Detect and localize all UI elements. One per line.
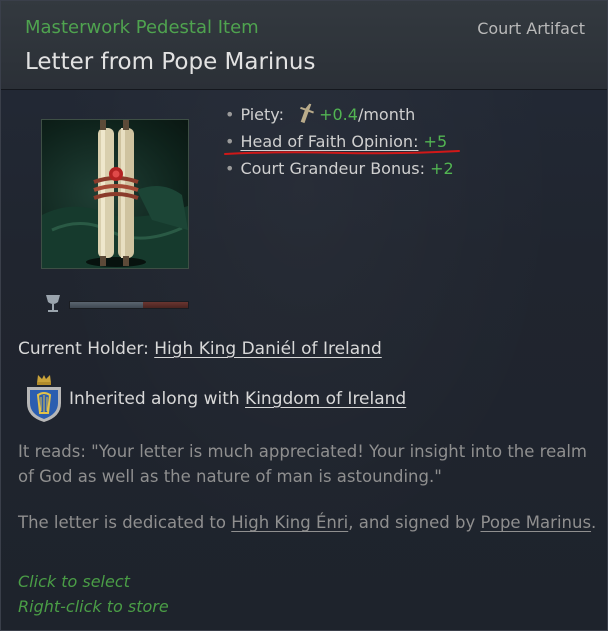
dedicatee-link[interactable]: High King Énri	[231, 513, 348, 532]
hint-right-click-to-store: Right-click to store	[18, 597, 169, 616]
tooltip-header: Masterwork Pedestal Item Court Artifact …	[1, 1, 607, 90]
artifact-dedication: The letter is dedicated to High King Énr…	[18, 513, 597, 532]
inheritance-text: Inherited along with Kingdom of Ireland	[69, 389, 407, 409]
ireland-coat-of-arms-icon[interactable]	[23, 373, 65, 423]
kingdom-link[interactable]: Kingdom of Ireland	[245, 389, 406, 409]
current-holder: Current Holder: High King Daniél of Irel…	[18, 339, 382, 359]
holder-name-link[interactable]: High King Daniél of Ireland	[154, 339, 382, 359]
artifact-description: It reads: "Your letter is much appreciat…	[18, 442, 587, 486]
piety-icon	[300, 103, 315, 124]
durability-indicator	[41, 293, 191, 315]
modifier-piety: • Piety: +0.4/month	[225, 101, 454, 128]
modifier-list: • Piety: +0.4/month • Head of Faith Opinio…	[225, 101, 454, 182]
hint-click-to-select: Click to select	[18, 572, 130, 591]
artifact-type-label: Court Artifact	[477, 19, 585, 38]
rarity-label: Masterwork Pedestal Item	[25, 17, 259, 38]
signer-link[interactable]: Pope Marinus	[480, 513, 591, 532]
durability-bar	[69, 301, 189, 309]
scroll-illustration	[42, 120, 188, 268]
durability-bar-lost	[143, 302, 188, 308]
artifact-illustration	[41, 119, 189, 269]
artifact-tooltip: Masterwork Pedestal Item Court Artifact …	[0, 0, 608, 631]
red-annotation-underline	[224, 150, 460, 155]
durability-bar-fill	[70, 302, 144, 308]
artifact-title: Letter from Pope Marinus	[25, 49, 316, 75]
goblet-icon	[46, 295, 60, 312]
interaction-hints: Click to select Right-click to store	[18, 569, 169, 619]
